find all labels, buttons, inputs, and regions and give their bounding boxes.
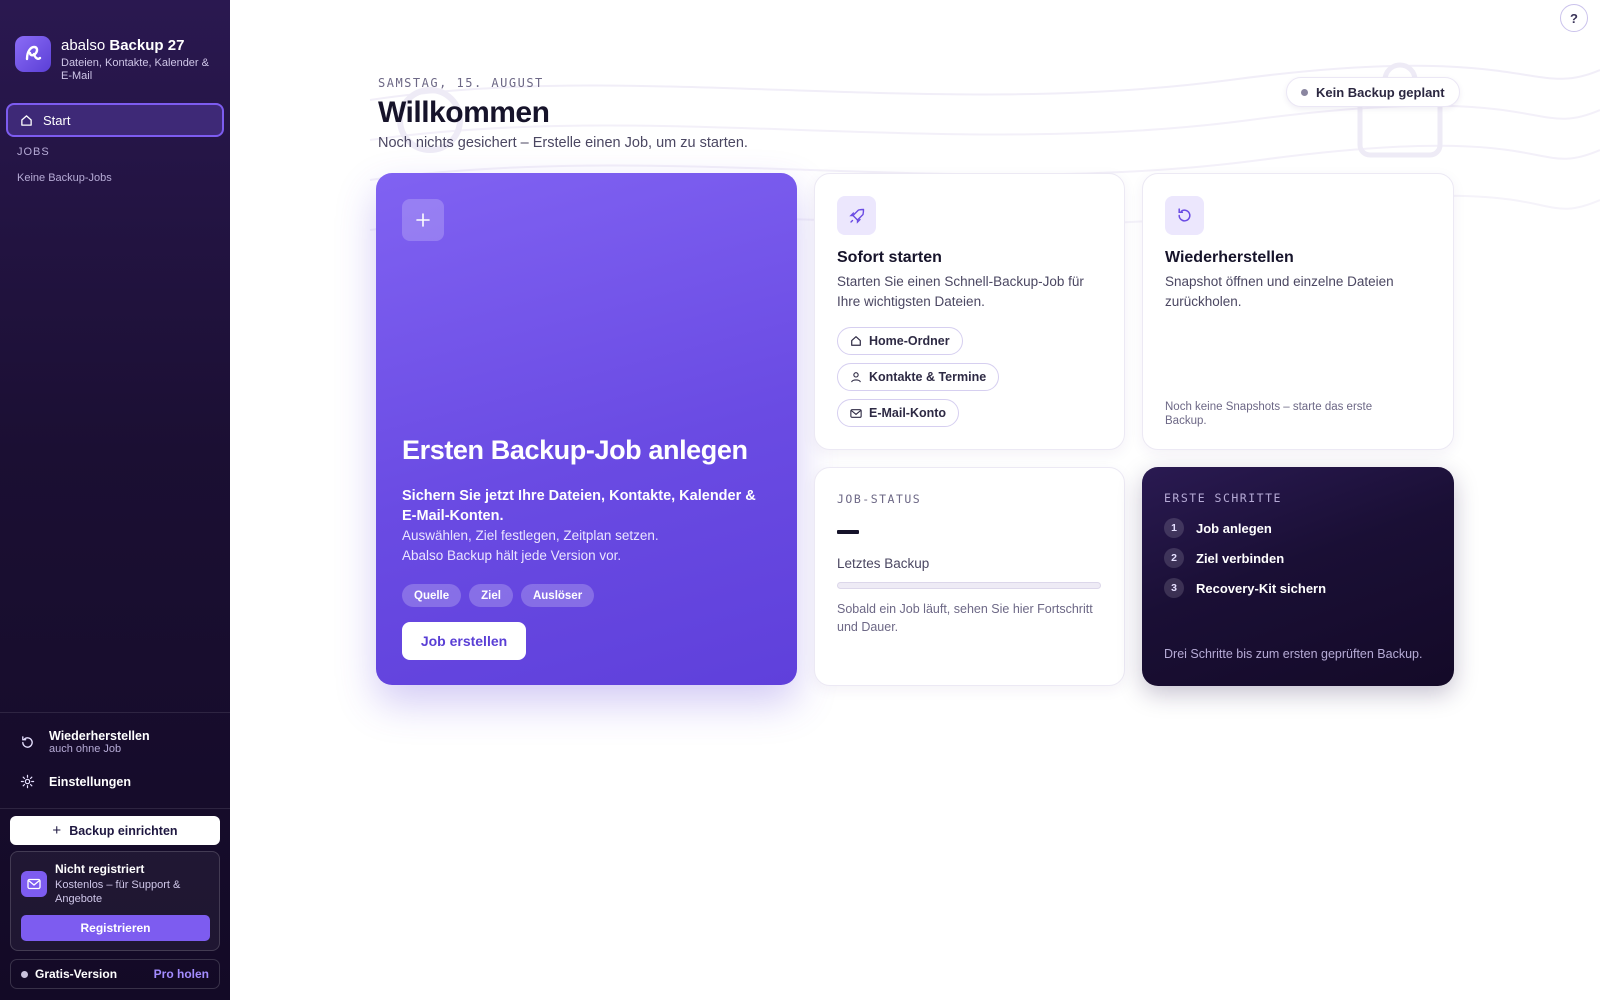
gear-icon [20,774,35,789]
setup-backup-button[interactable]: + Backup einrichten [10,816,220,845]
restore-card[interactable]: Wiederherstellen Snapshot öffnen und ein… [1142,173,1454,450]
upgrade-pro-link[interactable]: Pro holen [154,967,209,981]
plan-label: Gratis-Version [35,967,118,981]
step-number: 3 [1164,578,1184,598]
plus-icon [402,199,444,241]
chip-contacts-events[interactable]: Kontakte & Termine [837,363,1000,391]
job-progress-bar [837,582,1101,589]
registration-title: Nicht registriert [55,862,145,876]
step-label: Recovery-Kit sichern [1196,580,1327,596]
status-dot-icon [1301,88,1308,96]
sidebar-item-settings[interactable]: Einstellungen [20,774,131,789]
create-job-button[interactable]: Job erstellen [402,622,526,660]
create-first-job-card: Ersten Backup-Job anlegen Sichern Sie je… [376,173,797,685]
home-icon [851,336,861,346]
app-logo-icon [15,36,51,72]
step-item: 3 Recovery-Kit sichern [1164,578,1326,598]
divider [0,808,230,809]
hero-lead: Sichern Sie jetzt Ihre Dateien, Kontakte… [402,488,756,524]
hero-title: Ersten Backup-Job anlegen [402,435,748,465]
quick-start-text: Starten Sie einen Schnell-Backup-Job für… [837,274,1084,309]
sidebar-item-restore[interactable]: Wiederherstellen auch ohne Job [20,729,150,755]
sidebar-item-label: Einstellungen [49,774,131,789]
plan-status-dot-icon [21,970,28,978]
restore-icon [1165,196,1204,235]
restore-icon [22,735,33,748]
first-steps-label: ERSTE SCHRITTE [1164,491,1282,505]
first-steps-card: ERSTE SCHRITTE 1 Job anlegen 2 Ziel verb… [1142,467,1454,686]
mail-icon [850,408,862,418]
jobs-heading: JOBS [17,146,50,158]
jobs-empty-text: Keine Backup-Jobs [17,172,112,184]
rocket-icon [837,196,876,235]
restore-text: Snapshot öffnen und einzelne Dateien zur… [1165,274,1394,309]
date-label: SAMSTAG, 15. AUGUST [378,76,544,90]
last-backup-label: Letztes Backup [837,556,930,571]
tag-source: Quelle [402,584,462,607]
step-item: 2 Ziel verbinden [1164,548,1284,568]
first-steps-footer: Drei Schritte bis zum ersten geprüften B… [1164,647,1423,661]
step-label: Job anlegen [1196,520,1272,536]
register-button[interactable]: Registrieren [21,915,210,941]
job-status-text: Sobald ein Job läuft, sehen Sie hier For… [837,602,1093,634]
sidebar-item-start[interactable]: Start [6,103,224,137]
backup-schedule-badge: Kein Backup geplant [1286,77,1460,107]
job-status-label: JOB-STATUS [837,492,922,506]
tag-trigger: Auslöser [520,584,595,607]
sidebar-item-label: Wiederherstellen [49,729,150,743]
chip-home-folder[interactable]: Home-Ordner [837,327,963,355]
chip-email-account[interactable]: E-Mail-Konto [837,399,960,427]
status-text: Kein Backup geplant [1316,84,1445,100]
help-button[interactable]: ? [1560,4,1588,32]
step-number: 1 [1164,518,1184,538]
tag-target: Ziel [469,584,513,607]
brand: abalso Backup 27 Dateien, Kontakte, Kale… [15,36,216,83]
hero-description: Auswählen, Ziel festlegen, Zeitplan setz… [402,528,659,563]
empty-value-dash [837,530,859,534]
job-status-card: JOB-STATUS Letztes Backup Sobald ein Job… [814,467,1125,686]
button-label: Backup einrichten [69,823,178,838]
sidebar-item-sublabel: auch ohne Job [49,743,122,755]
plus-icon: + [52,822,62,839]
registration-subtitle: Kostenlos – für Support & Angebote [55,879,181,905]
home-icon [21,114,32,126]
sidebar: abalso Backup 27 Dateien, Kontakte, Kale… [0,0,230,1000]
sidebar-item-label: Start [43,112,71,128]
person-icon [851,372,861,383]
app-name: abalso Backup 27 [61,37,185,54]
divider [0,712,230,713]
registration-panel: Nicht registriert Kostenlos – für Suppor… [10,851,220,951]
step-number: 2 [1164,548,1184,568]
app-tagline: Dateien, Kontakte, Kalender & E-Mail [61,57,209,82]
quick-start-card: Sofort starten Starten Sie einen Schnell… [814,173,1125,450]
step-item: 1 Job anlegen [1164,518,1272,538]
page-subtitle: Noch nichts gesichert – Erstelle einen J… [378,135,748,151]
step-label: Ziel verbinden [1196,550,1285,566]
plan-panel: Gratis-Version Pro holen [10,959,220,989]
restore-note: Noch keine Snapshots – starte das erste … [1165,401,1373,427]
page-title: Willkommen [378,96,550,129]
quick-start-title: Sofort starten [837,249,942,266]
restore-title: Wiederherstellen [1165,249,1294,266]
mail-icon [21,871,47,897]
hero-tags: Quelle Ziel Auslöser [402,584,595,607]
